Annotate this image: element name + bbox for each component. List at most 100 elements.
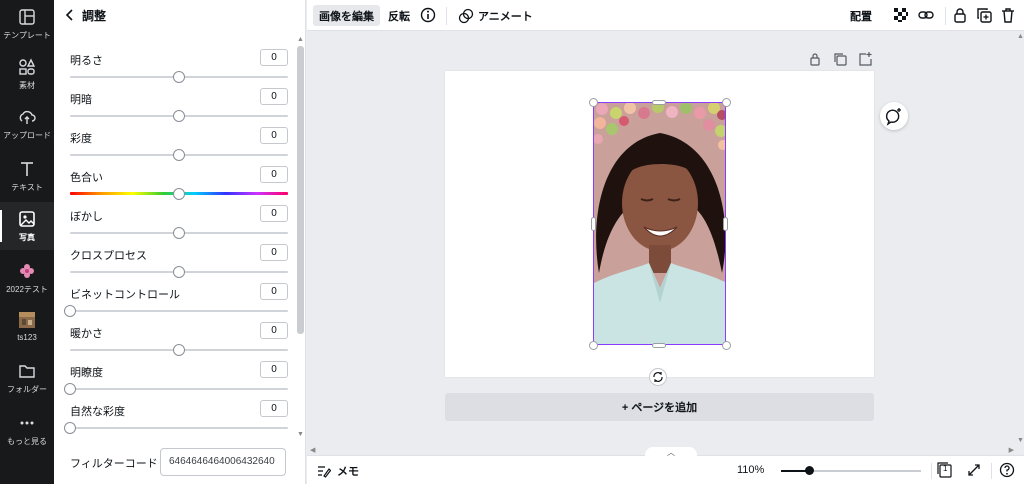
adjustment-label: ぼかし [70,211,103,223]
info-icon[interactable] [420,7,436,23]
adjustment-row: ビネットコントロール 0 [54,283,296,325]
adjustment-value-input[interactable]: 0 [260,400,288,417]
filter-code-input[interactable]: 6464646464006432640 [160,448,286,476]
adjustment-value-input[interactable]: 0 [260,127,288,144]
rotate-handle[interactable] [649,368,667,386]
adjustment-value-input[interactable]: 0 [260,244,288,261]
rail-folder[interactable]: フォルダー [0,354,54,402]
rail-templates[interactable]: テンプレート [0,0,54,48]
page-count-button[interactable]: 1 [937,462,953,478]
zoom-slider-thumb[interactable] [805,466,814,475]
rail-elements[interactable]: 素材 [0,50,54,98]
resize-handle-right[interactable] [723,217,728,231]
adjustment-slider-thumb[interactable] [173,344,185,356]
rail-more[interactable]: もっと見る [0,406,54,454]
adjustment-value-input[interactable]: 0 [260,322,288,339]
adjustment-slider-thumb[interactable] [173,71,185,83]
bottom-bar: ︿ メモ 110% 1 [307,447,1024,484]
scroll-up-arrow-icon[interactable]: ▲ [297,36,304,43]
selected-photo[interactable] [593,102,726,345]
filter-code-label: フィルターコード [70,458,158,470]
trash-icon[interactable] [1000,7,1016,23]
adjustment-slider-thumb[interactable] [64,383,76,395]
adjustment-slider-track[interactable] [70,427,288,429]
add-page-button[interactable]: + ページを追加 [445,393,874,421]
position-button[interactable]: 配置 [844,5,878,26]
resize-handle-bottom-right[interactable] [722,341,731,350]
adjustment-slider-thumb[interactable] [173,149,185,161]
resize-handle-top[interactable] [652,100,666,105]
adjustment-slider-thumb[interactable] [64,422,76,434]
adjustment-slider-track[interactable] [70,388,288,390]
rail-label: アップロード [3,130,51,140]
rail-label: 素材 [19,80,35,90]
adjustment-value-input[interactable]: 0 [260,361,288,378]
resize-handle-bottom-left[interactable] [589,341,598,350]
rail-uploads[interactable]: アップロード [0,100,54,148]
text-icon [21,161,33,176]
resize-handle-bottom[interactable] [652,343,666,348]
lock-icon[interactable] [952,7,968,23]
rail-ts123[interactable]: ts123 [0,302,54,350]
rail-photos[interactable]: 写真 [0,202,54,250]
bottombar-divider [931,463,932,479]
shapes-icon [19,57,36,75]
folder-icon [19,364,35,378]
page-lock-icon[interactable] [807,51,823,67]
resize-handle-top-left[interactable] [589,98,598,107]
chevron-left-icon[interactable] [64,9,76,21]
duplicate-icon[interactable] [976,7,992,23]
adjustment-slider-thumb[interactable] [173,110,185,122]
scroll-left-arrow-icon[interactable]: ◀ [310,446,315,454]
page-duplicate-icon[interactable] [832,51,848,67]
link-icon[interactable] [918,7,934,23]
adjustment-slider-track[interactable] [70,310,288,312]
panel-scrollbar[interactable]: ▲ ▼ [296,36,305,438]
scroll-up-arrow-icon[interactable]: ▲ [1017,33,1024,40]
scroll-down-arrow-icon[interactable]: ▼ [297,431,304,438]
rail-label: もっと見る [7,436,47,446]
page-count: 1 [943,464,948,473]
panel-header[interactable]: 調整 [54,0,306,30]
adjustment-slider-thumb[interactable] [173,227,185,239]
scroll-down-arrow-icon[interactable]: ▼ [1017,437,1024,444]
resize-handle-top-right[interactable] [722,98,731,107]
adjustment-value-input[interactable]: 0 [260,88,288,105]
toolbar-divider [446,7,447,25]
notes-icon [318,466,331,478]
adjustment-value-input[interactable]: 0 [260,205,288,222]
adjustment-label: クロスプロセス [70,250,147,262]
adjustment-slider-thumb[interactable] [173,266,185,278]
animate-button[interactable]: アニメート [452,5,539,26]
edit-image-button[interactable]: 画像を編集 [313,5,380,26]
adjustment-slider-thumb[interactable] [173,188,185,200]
add-comment-button[interactable] [880,102,908,130]
scroll-right-arrow-icon[interactable]: ▶ [1009,446,1014,454]
rail-text[interactable]: テキスト [0,152,54,200]
add-page-icon[interactable] [857,51,873,67]
notes-label: メモ [337,466,359,478]
adjustment-slider-thumb[interactable] [64,305,76,317]
help-icon[interactable] [999,462,1015,478]
adjustment-value-input[interactable]: 0 [260,283,288,300]
flip-button[interactable]: 反転 [382,5,416,26]
notes-button[interactable]: メモ [317,463,359,479]
canvas-vertical-scrollbar[interactable]: ▲ ▼ [1017,31,1024,446]
adjustment-value-input[interactable]: 0 [260,166,288,183]
chevron-up-icon: ︿ [667,448,675,457]
zoom-slider[interactable] [781,466,921,475]
resize-handle-left[interactable] [591,217,596,231]
adjustment-label: 明瞭度 [70,367,103,379]
rail-label: 写真 [19,232,35,242]
scrollbar-thumb[interactable] [297,46,304,334]
comment-add-icon [885,108,901,126]
adjustment-value-input[interactable]: 0 [260,49,288,66]
layout-icon [19,8,35,25]
fullscreen-icon[interactable] [966,462,982,478]
more-dots-icon [20,421,34,424]
expand-pages-toggle[interactable]: ︿ [645,447,697,459]
zoom-level[interactable]: 110% [737,464,764,476]
transparency-icon[interactable] [893,7,909,23]
adjustment-row: クロスプロセス 0 [54,244,296,286]
rail-2022test[interactable]: 2022テスト [0,254,54,302]
